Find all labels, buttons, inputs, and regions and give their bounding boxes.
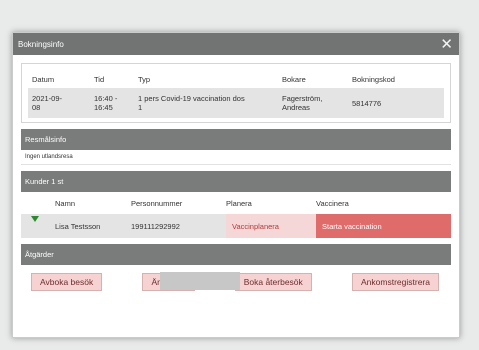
kunder-row[interactable]: Lisa Testsson 199111292992 Vaccinplanera… xyxy=(21,214,451,238)
cell-datum: 2021-09- 08 xyxy=(32,94,63,112)
vaccinplanera-button[interactable]: Vaccinplanera xyxy=(226,214,316,238)
cell-bokningskod: 5814776 xyxy=(352,98,382,108)
cell-personnummer: 199111292992 xyxy=(131,221,180,231)
resmal-text: Ingen utlandsresa xyxy=(21,150,451,165)
col-bokare: Bokare xyxy=(282,74,306,84)
booking-table-header: Datum Tid Typ Bokare Bokningskod xyxy=(28,70,444,88)
dialog-title-bar: Bokningsinfo ✕ xyxy=(13,33,459,55)
starta-vaccination-button[interactable]: Starta vaccination xyxy=(316,214,451,238)
booking-dialog: Bokningsinfo ✕ Datum Tid Typ Bokare Bokn… xyxy=(12,32,460,338)
col-typ: Typ xyxy=(138,74,151,84)
dialog-title: Bokningsinfo xyxy=(18,39,64,49)
cell-namn: Lisa Testsson xyxy=(55,221,101,231)
ankomstregistrera-button[interactable]: Ankomstregistrera xyxy=(352,273,439,291)
col-bokningskod: Bokningskod xyxy=(352,74,395,84)
close-icon[interactable]: ✕ xyxy=(440,37,453,52)
resmal-header: Resmålsinfo xyxy=(21,129,451,150)
col-datum: Datum xyxy=(32,74,55,84)
atgarder-header: Åtgärder xyxy=(21,244,451,265)
dialog-body: Datum Tid Typ Bokare Bokningskod 2021-09… xyxy=(21,63,451,291)
col-planera: Planera xyxy=(226,198,252,208)
cell-typ: 1 pers Covid-19 vaccination dos 1 xyxy=(138,94,245,112)
boka-aterbesok-button[interactable]: Boka återbesök xyxy=(234,273,312,291)
chevron-down-icon[interactable] xyxy=(25,215,55,231)
kunder-header: Kunder 1 st xyxy=(21,171,451,192)
col-namn: Namn xyxy=(55,198,76,208)
cell-bokare: Fagerström, Andreas xyxy=(282,94,323,112)
kunder-table-header: Namn Personnummer Planera Vaccinera xyxy=(21,192,451,214)
tooltip-placeholder xyxy=(160,272,240,290)
avboka-button[interactable]: Avboka besök xyxy=(31,273,103,291)
col-tid: Tid xyxy=(94,74,105,84)
booking-table: Datum Tid Typ Bokare Bokningskod 2021-09… xyxy=(21,63,451,123)
col-vaccinera: Vaccinera xyxy=(316,198,349,208)
cell-tid: 16:40 - 16:45 xyxy=(94,94,118,112)
booking-row: 2021-09- 08 16:40 - 16:45 1 pers Covid-1… xyxy=(28,88,444,118)
col-personnummer: Personnummer xyxy=(131,198,183,208)
